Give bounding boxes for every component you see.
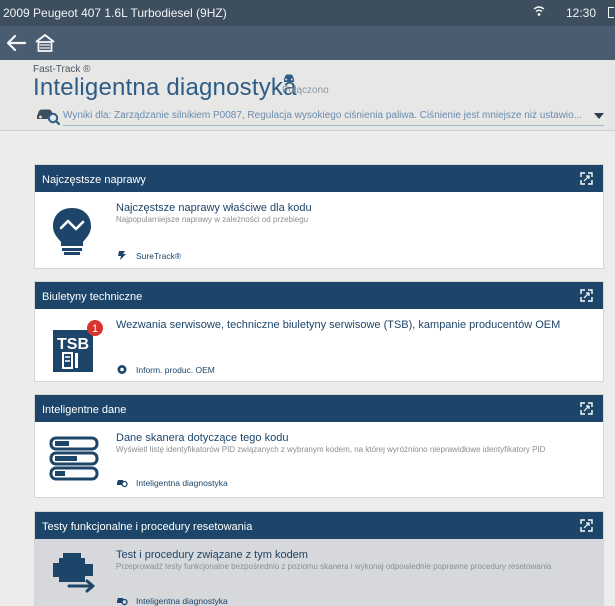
card-smart-data[interactable]: Inteligentne dane Dane skanera dotyczące…	[34, 394, 604, 498]
expand-icon[interactable]	[580, 172, 593, 185]
card-header-label: Testy funkcjonalne i procedury resetowan…	[42, 521, 253, 533]
wifi-icon	[533, 6, 545, 16]
link-label: Inteligentna diagnostyka	[136, 478, 228, 488]
card-title: Najczęstsze naprawy właściwe dla kodu	[116, 202, 312, 214]
vehicle-scan-icon	[117, 598, 128, 606]
data-list-icon	[49, 436, 99, 481]
vehicle-name: 2009 Peugeot 407 1.6L Turbodiesel (9HZ)	[3, 6, 227, 20]
card-header: Najczęstsze naprawy	[35, 165, 603, 192]
card-description: Wyświetl listę identyfikatorów PID związ…	[116, 445, 546, 454]
suretrack-link[interactable]: SureTrack®	[116, 250, 181, 261]
clock: 12:30	[566, 6, 597, 20]
expand-icon[interactable]	[580, 289, 593, 302]
card-description: Przeprowadź testy funkcjonalne bezpośred…	[116, 562, 552, 571]
back-arrow-icon[interactable]	[5, 32, 27, 54]
card-title: Dane skanera dotyczące tego kodu	[116, 432, 289, 444]
gear-icon	[117, 365, 127, 374]
card-title: Test i procedury związane z tym kodem	[116, 549, 308, 561]
card-header-label: Inteligentne dane	[42, 404, 127, 416]
smart-diagnostics-link[interactable]: Inteligentna diagnostyka	[116, 595, 228, 606]
notification-badge: 1	[92, 323, 98, 335]
expand-icon[interactable]	[580, 519, 593, 532]
tsb-document-icon: TSB 1	[53, 320, 103, 372]
status-bar: 2009 Peugeot 407 1.6L Turbodiesel (9HZ) …	[0, 0, 615, 26]
tsb-badge-text: TSB	[57, 336, 89, 353]
oem-info-link[interactable]: Inform. produc. OEM	[116, 364, 215, 375]
card-technical-bulletins[interactable]: Biuletyny techniczne TSB 1 Wezwania serw…	[34, 281, 604, 382]
lightbulb-icon	[53, 208, 91, 255]
card-header: Inteligentne dane	[35, 395, 603, 422]
expand-icon[interactable]	[580, 402, 593, 415]
home-icon[interactable]	[34, 33, 56, 53]
card-description: Najpopularniejsze naprawy w zależności o…	[116, 215, 309, 224]
card-common-repairs[interactable]: Najczęstsze naprawy Najczęstsze naprawy …	[34, 164, 604, 269]
card-header-label: Najczęstsze naprawy	[42, 174, 146, 186]
link-label: Inform. produc. OEM	[136, 365, 215, 375]
card-functional-tests[interactable]: Testy funkcjonalne i procedury resetowan…	[34, 511, 604, 606]
nav-bar	[0, 26, 615, 60]
vehicle-scan-icon	[37, 109, 60, 125]
vehicle-scan-icon	[117, 480, 128, 488]
dropdown-underline	[63, 125, 604, 126]
connection-status: Połączono	[282, 85, 329, 96]
link-label: Inteligentna diagnostyka	[136, 596, 228, 606]
smart-diagnostics-link[interactable]: Inteligentna diagnostyka	[116, 477, 228, 488]
link-label: SureTrack®	[136, 251, 182, 261]
card-title: Wezwania serwisowe, techniczne biuletyny…	[116, 319, 561, 331]
page-header: Fast-Track ® Inteligentna diagnostyka Po…	[0, 60, 615, 131]
code-results-dropdown[interactable]: Wyniki dla: Zarządzanie silnikiem P0087,…	[63, 110, 593, 121]
chevron-down-icon[interactable]	[594, 113, 604, 119]
page-title: Inteligentna diagnostyka	[33, 74, 297, 101]
engine-icon	[53, 553, 95, 593]
card-header-label: Biuletyny techniczne	[42, 291, 143, 303]
battery-icon	[608, 7, 614, 18]
card-header: Biuletyny techniczne	[35, 282, 603, 309]
car-connected-icon	[284, 74, 294, 82]
card-header: Testy funkcjonalne i procedury resetowan…	[35, 512, 603, 539]
suretrack-icon	[118, 251, 126, 260]
